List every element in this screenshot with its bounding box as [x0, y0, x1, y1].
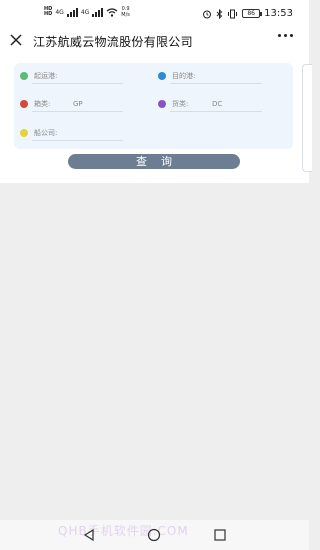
sim1-indicator: HD HD — [44, 7, 52, 17]
bluetooth-icon — [216, 8, 223, 19]
dest-port-label: 目的港: — [172, 72, 196, 80]
shipping-company-underline — [32, 140, 123, 141]
shipping-company-dot-icon — [20, 129, 28, 137]
sim1-type: 4G — [55, 8, 64, 16]
origin-dot-icon — [20, 72, 28, 80]
cargo-type-underline — [170, 111, 262, 112]
origin-port-field[interactable]: 起运港: — [20, 68, 57, 84]
dest-dot-icon — [158, 72, 166, 80]
sim2-type: 4G — [80, 8, 90, 16]
home-icon[interactable] — [147, 528, 161, 542]
net-speed-unit: M/s — [121, 12, 130, 18]
origin-port-label: 起运港: — [34, 72, 58, 80]
system-nav-bar: QHB手机软件园.COM — [0, 520, 309, 550]
box-type-field[interactable]: 箱类: — [20, 96, 50, 112]
box-type-underline — [32, 111, 123, 112]
box-type-value[interactable]: GP — [73, 100, 83, 108]
page-title: 江苏航威云物流股份有限公司 — [33, 35, 193, 49]
battery-level: 86 — [247, 10, 255, 17]
status-bar: HD HD 4G 4G 0.9 M/s 86 13:53 — [0, 0, 309, 26]
shipping-company-label: 船公司: — [34, 129, 58, 137]
more-menu-icon[interactable] — [278, 34, 293, 37]
status-right: 86 13:53 — [202, 8, 293, 19]
app-header: 江苏航威云物流股份有限公司 — [0, 26, 309, 56]
watermark: QHB手机软件园.COM — [58, 524, 189, 538]
signal-icon — [66, 7, 78, 17]
shipping-company-field[interactable]: 船公司: — [20, 125, 57, 141]
close-icon[interactable] — [9, 33, 23, 47]
search-form-card: 起运港: 目的港: 箱类: GP 货类: DC 船公司: — [14, 63, 293, 149]
origin-port-underline — [32, 83, 123, 84]
query-button[interactable]: 查询 — [68, 154, 240, 169]
box-type-label: 箱类: — [34, 100, 51, 108]
cargo-type-field[interactable]: 货类: — [158, 96, 188, 112]
recent-apps-icon[interactable] — [213, 528, 227, 542]
cargo-type-dot-icon — [158, 100, 166, 108]
dest-port-underline — [170, 83, 262, 84]
battery-icon: 86 — [242, 9, 263, 18]
next-card-edge — [302, 64, 312, 172]
alarm-icon — [203, 10, 212, 18]
status-left: HD HD 4G 4G 0.9 M/s — [44, 6, 130, 18]
vibrate-icon — [228, 9, 238, 18]
search-panel: 起运港: 目的港: 箱类: GP 货类: DC 船公司: 查询 — [0, 56, 312, 183]
box-type-dot-icon — [20, 100, 28, 108]
sim2-label: HD — [44, 11, 53, 17]
signal-icon-2 — [92, 7, 104, 17]
wifi-icon — [106, 7, 118, 17]
net-speed: 0.9 M/s — [121, 6, 130, 18]
clock: 13:53 — [264, 8, 293, 19]
cargo-type-label: 货类: — [172, 100, 189, 108]
back-icon[interactable] — [82, 528, 96, 542]
cargo-type-value[interactable]: DC — [212, 100, 222, 108]
dest-port-field[interactable]: 目的港: — [158, 68, 195, 84]
